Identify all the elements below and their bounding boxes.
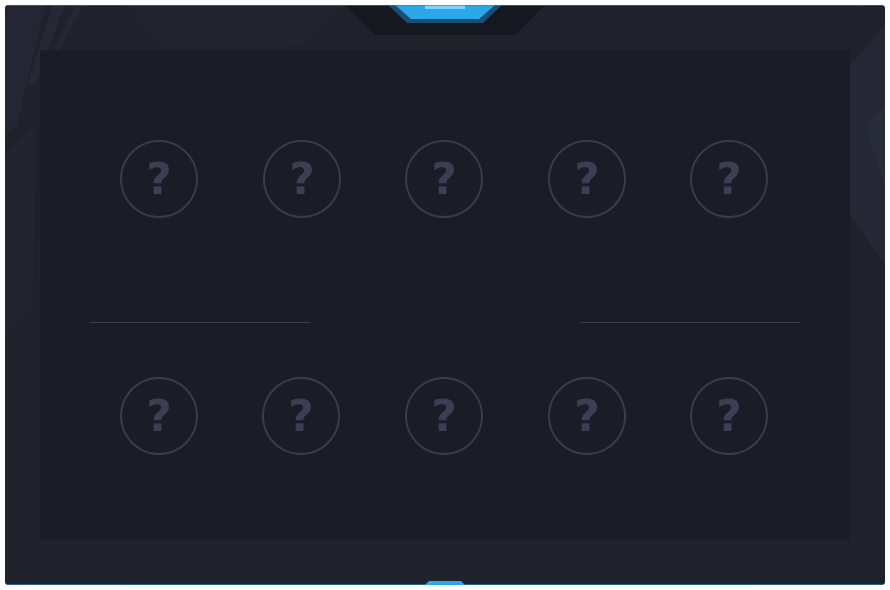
question-mark-icon: ? [288,391,314,442]
bottom-team-slot-5[interactable]: ? [690,377,768,455]
right-divider [580,322,800,323]
question-mark-icon: ? [146,154,172,205]
question-mark-icon: ? [289,154,315,205]
question-mark-icon: ? [716,391,742,442]
top-team-slot-1[interactable]: ? [120,140,198,218]
game-panel-frame: ? ? ? ? ? ? ? ? ? ? [5,5,885,585]
top-team-slot-2[interactable]: ? [263,140,341,218]
question-mark-icon: ? [431,391,457,442]
top-team-slot-5[interactable]: ? [690,140,768,218]
question-mark-icon: ? [574,154,600,205]
top-tab-ornament [5,5,885,35]
bottom-team-slot-4[interactable]: ? [548,377,626,455]
team-selection-panel: ? ? ? ? ? ? ? ? ? ? [40,50,850,540]
bottom-team-slot-3[interactable]: ? [405,377,483,455]
bottom-team-slot-1[interactable]: ? [120,377,198,455]
bottom-accent-ornament [5,581,885,585]
top-team-slot-3[interactable]: ? [405,140,483,218]
question-mark-icon: ? [716,154,742,205]
top-team-slot-4[interactable]: ? [548,140,626,218]
bottom-team-slot-2[interactable]: ? [262,377,340,455]
question-mark-icon: ? [574,391,600,442]
question-mark-icon: ? [146,391,172,442]
question-mark-icon: ? [431,154,457,205]
left-divider [90,322,310,323]
